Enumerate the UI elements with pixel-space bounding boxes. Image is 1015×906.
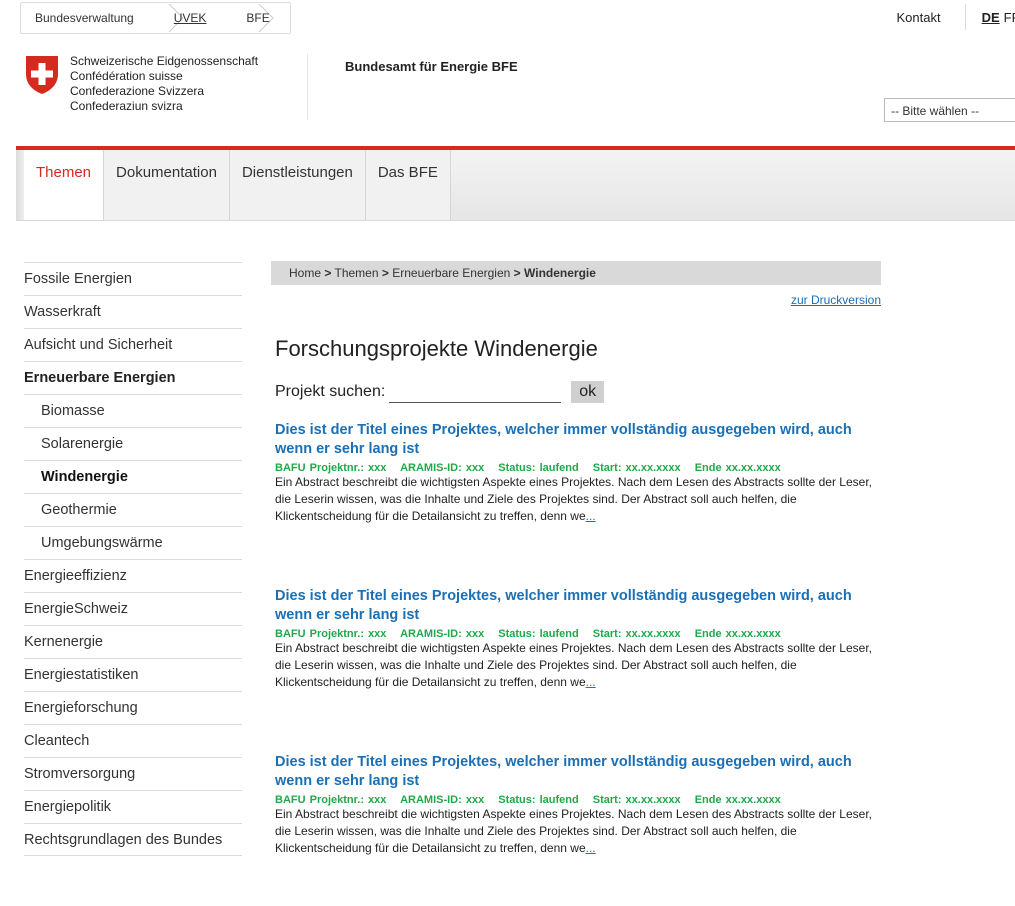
sidebar-item-geothermie[interactable]: Geothermie [24,493,242,526]
meta-projektnr: BAFU Projektnr.: xxx [275,628,387,640]
meta-start: Start: xx.xx.xxxx [592,628,681,640]
header-divider [307,54,308,120]
department-select[interactable]: -- Bitte wählen -- [884,98,1015,122]
tab-themen[interactable]: Themen [24,150,105,220]
project-entry: Dies ist der Titel eines Projektes, welc… [275,421,885,525]
lang-de[interactable]: DE [982,10,1000,25]
sidebar-item-biomasse[interactable]: Biomasse [24,394,242,427]
confed-de: Schweizerische Eidgenossenschaft [70,54,259,68]
sidebar-item-stromversorgung[interactable]: Stromversorgung [24,757,242,790]
project-meta: BAFU Projektnr.: xxx ARAMIS-ID: xxx Stat… [275,794,885,806]
sidebar-item-energiepolitik[interactable]: Energiepolitik [24,790,242,823]
breadcrumb-themen[interactable]: Themen [335,266,379,280]
sidebar-item-kernenergie[interactable]: Kernenergie [24,625,242,658]
sidebar-item-energiestatistiken[interactable]: Energiestatistiken [24,658,242,691]
nav-edge [16,150,24,220]
swiss-shield-icon[interactable] [24,54,60,96]
print-version-link[interactable]: zur Druckversion [791,293,881,307]
project-title-link[interactable]: Dies ist der Titel eines Projektes, welc… [275,587,885,625]
project-search: Projekt suchen: ok [275,380,605,403]
page-title: Forschungsprojekte Windenergie [275,336,598,361]
sidebar: Fossile Energien Wasserkraft Aufsicht un… [24,262,242,856]
meta-status: Status: laufend [498,628,579,640]
meta-aramis: ARAMIS-ID: xxx [400,794,485,806]
tab-dokumentation[interactable]: Dokumentation [104,150,230,220]
project-meta: BAFU Projektnr.: xxx ARAMIS-ID: xxx Stat… [275,462,885,474]
sidebar-item-umgebungswaerme[interactable]: Umgebungswärme [24,526,242,559]
breadcrumb-home[interactable]: Home [289,266,321,280]
confederation-names: Schweizerische Eidgenossenschaft Confédé… [70,54,258,114]
crumb-uvek[interactable]: UVEK [154,3,227,33]
sidebar-item-rechtsgrundlagen[interactable]: Rechtsgrundlagen des Bundes [24,823,242,856]
confed-rm: Confederaziun svizra [70,99,183,113]
project-meta: BAFU Projektnr.: xxx ARAMIS-ID: xxx Stat… [275,628,885,640]
project-title-link[interactable]: Dies ist der Titel eines Projektes, welc… [275,753,885,791]
project-abstract: Ein Abstract beschreibt die wichtigsten … [275,806,885,857]
abstract-text: Ein Abstract beschreibt die wichtigsten … [275,641,872,689]
meta-start: Start: xx.xx.xxxx [592,462,681,474]
crumb-bundesverwaltung[interactable]: Bundesverwaltung [21,3,154,33]
confed-it: Confederazione Svizzera [70,84,205,98]
confed-fr: Confédération suisse [70,69,183,83]
project-entry: Dies ist der Titel eines Projektes, welc… [275,753,885,857]
project-abstract: Ein Abstract beschreibt die wichtigsten … [275,640,885,691]
federal-breadcrumb: Bundesverwaltung UVEK BFE [20,2,291,34]
breadcrumb: Home > Themen > Erneuerbare Energien > W… [271,261,881,285]
main-nav: Themen Dokumentation Dienstleistungen Da… [24,150,451,220]
top-bar: Bundesverwaltung UVEK BFE Kontakt DE FR [0,0,1015,38]
lang-fr[interactable]: FR [1004,10,1015,25]
sidebar-item-solarenergie[interactable]: Solarenergie [24,427,242,460]
meta-aramis: ARAMIS-ID: xxx [400,462,485,474]
crumb-bfe[interactable]: BFE [226,3,289,33]
sidebar-item-cleantech[interactable]: Cleantech [24,724,242,757]
breadcrumb-sep: > [324,266,332,280]
breadcrumb-erneuerbare[interactable]: Erneuerbare Energien [392,266,510,280]
search-input[interactable] [389,380,562,403]
service-nav: Kontakt DE FR [897,0,1015,34]
sidebar-item-fossile-energien[interactable]: Fossile Energien [24,262,242,295]
read-more-link[interactable]: ... [586,509,596,523]
read-more-link[interactable]: ... [586,841,596,855]
breadcrumb-sep: > [513,266,521,280]
meta-start: Start: xx.xx.xxxx [592,794,681,806]
sidebar-item-energieeffizienz[interactable]: Energieeffizienz [24,559,242,592]
meta-ende: Ende xx.xx.xxxx [694,628,781,640]
meta-aramis: ARAMIS-ID: xxx [400,628,485,640]
meta-ende: Ende xx.xx.xxxx [694,462,781,474]
meta-status: Status: laufend [498,462,579,474]
search-label: Projekt suchen: [275,382,386,400]
meta-status: Status: laufend [498,794,579,806]
meta-ende: Ende xx.xx.xxxx [694,794,781,806]
tab-das-bfe[interactable]: Das BFE [365,150,451,220]
office-title: Bundesamt für Energie BFE [345,59,518,74]
kontakt-link[interactable]: Kontakt [897,10,941,25]
project-title-link[interactable]: Dies ist der Titel eines Projektes, welc… [275,421,885,459]
sidebar-item-erneuerbare[interactable]: Erneuerbare Energien [24,361,242,394]
search-ok-button[interactable]: ok [571,380,605,403]
meta-projektnr: BAFU Projektnr.: xxx [275,794,387,806]
sidebar-item-energieforschung[interactable]: Energieforschung [24,691,242,724]
sidebar-item-windenergie[interactable]: Windenergie [24,460,242,493]
tab-dienstleistungen[interactable]: Dienstleistungen [229,150,366,220]
divider [964,4,966,30]
sidebar-item-aufsicht[interactable]: Aufsicht und Sicherheit [24,328,242,361]
project-abstract: Ein Abstract beschreibt die wichtigsten … [275,474,885,525]
meta-projektnr: BAFU Projektnr.: xxx [275,462,387,474]
sidebar-item-wasserkraft[interactable]: Wasserkraft [24,295,242,328]
abstract-text: Ein Abstract beschreibt die wichtigsten … [275,475,872,523]
sidebar-item-energieschweiz[interactable]: EnergieSchweiz [24,592,242,625]
breadcrumb-sep: > [381,266,389,280]
abstract-text: Ein Abstract beschreibt die wichtigsten … [275,807,872,855]
breadcrumb-current: Windenergie [524,266,596,280]
read-more-link[interactable]: ... [586,675,596,689]
project-entry: Dies ist der Titel eines Projektes, welc… [275,587,885,691]
